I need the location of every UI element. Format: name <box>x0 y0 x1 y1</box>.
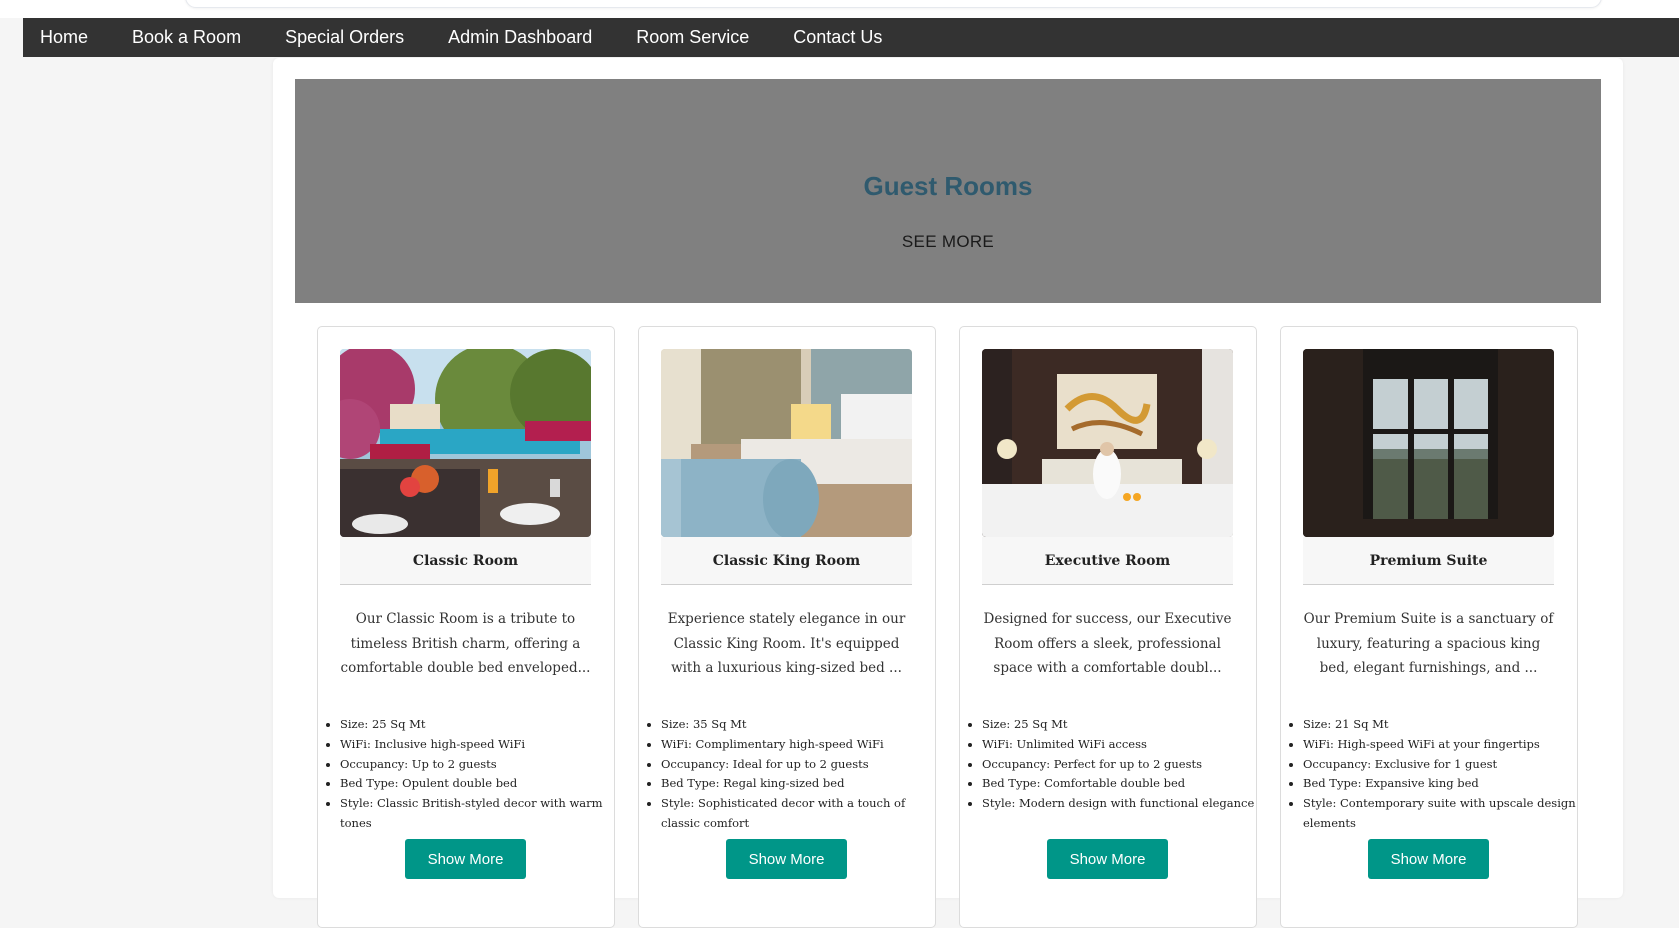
feature-occupancy: Occupancy: Up to 2 guests <box>340 755 625 775</box>
browser-top-strip <box>0 0 1679 18</box>
feature-style: Style: Modern design with functional ele… <box>982 794 1267 814</box>
main-navbar: Home Book a Room Special Orders Admin Da… <box>23 18 1679 57</box>
room-description: Our Classic Room is a tribute to timeles… <box>340 611 591 676</box>
poolside-breakfast-photo <box>340 349 591 537</box>
feature-size: Size: 21 Sq Mt <box>1303 715 1588 735</box>
room-title: Premium Suite <box>1303 537 1554 585</box>
show-more-button[interactable]: Show More <box>405 839 526 879</box>
hero-banner: Guest Rooms SEE MORE <box>295 79 1601 303</box>
room-card-classic-room: Classic Room Our Classic Room is a tribu… <box>317 326 615 928</box>
show-more-button[interactable]: Show More <box>1368 839 1489 879</box>
room-description: Experience stately elegance in our Class… <box>667 611 906 676</box>
show-more-button[interactable]: Show More <box>1047 839 1168 879</box>
nav-special-orders[interactable]: Special Orders <box>263 18 426 57</box>
nav-book-a-room[interactable]: Book a Room <box>110 18 263 57</box>
feature-wifi: WiFi: High-speed WiFi at your fingertips <box>1303 735 1588 755</box>
nav-contact-us[interactable]: Contact Us <box>771 18 904 57</box>
feature-bed-type: Bed Type: Opulent double bed <box>340 774 625 794</box>
room-features: Size: 25 Sq Mt WiFi: Inclusive high-spee… <box>318 715 625 834</box>
room-card-classic-king-room: Classic King Room Experience stately ele… <box>638 326 936 928</box>
feature-wifi: WiFi: Inclusive high-speed WiFi <box>340 735 625 755</box>
feature-style: Style: Classic British-styled decor with… <box>340 794 625 834</box>
feature-style: Style: Contemporary suite with upscale d… <box>1303 794 1588 834</box>
feature-size: Size: 25 Sq Mt <box>340 715 625 735</box>
room-description: Designed for success, our Executive Room… <box>983 611 1232 676</box>
see-more-link[interactable]: SEE MORE <box>295 232 1601 252</box>
nav-admin-dashboard[interactable]: Admin Dashboard <box>426 18 614 57</box>
feature-bed-type: Bed Type: Regal king-sized bed <box>661 774 946 794</box>
room-features: Size: 35 Sq Mt WiFi: Complimentary high-… <box>639 715 946 834</box>
executive-bedroom-photo <box>982 349 1233 537</box>
room-title: Classic King Room <box>661 537 912 585</box>
address-bar-edge <box>185 0 1602 8</box>
king-bed-photo <box>661 349 912 537</box>
room-card-executive-room: Executive Room Designed for success, our… <box>959 326 1257 928</box>
nav-home[interactable]: Home <box>23 18 110 57</box>
feature-bed-type: Bed Type: Comfortable double bed <box>982 774 1267 794</box>
nav-room-service[interactable]: Room Service <box>614 18 771 57</box>
content-container: Guest Rooms SEE MORE Classic Room Our Cl… <box>273 58 1623 928</box>
room-title: Executive Room <box>982 537 1233 585</box>
show-more-button[interactable]: Show More <box>726 839 847 879</box>
feature-style: Style: Sophisticated decor with a touch … <box>661 794 946 834</box>
room-features: Size: 25 Sq Mt WiFi: Unlimited WiFi acce… <box>960 715 1267 814</box>
room-title: Classic Room <box>340 537 591 585</box>
feature-bed-type: Bed Type: Expansive king bed <box>1303 774 1588 794</box>
feature-wifi: WiFi: Complimentary high-speed WiFi <box>661 735 946 755</box>
feature-occupancy: Occupancy: Perfect for up to 2 guests <box>982 755 1267 775</box>
room-card-premium-suite: Premium Suite Our Premium Suite is a san… <box>1280 326 1578 928</box>
feature-size: Size: 35 Sq Mt <box>661 715 946 735</box>
suite-window-view-photo <box>1303 349 1554 537</box>
feature-occupancy: Occupancy: Ideal for up to 2 guests <box>661 755 946 775</box>
room-features: Size: 21 Sq Mt WiFi: High-speed WiFi at … <box>1281 715 1588 834</box>
feature-wifi: WiFi: Unlimited WiFi access <box>982 735 1267 755</box>
feature-occupancy: Occupancy: Exclusive for 1 guest <box>1303 755 1588 775</box>
feature-size: Size: 25 Sq Mt <box>982 715 1267 735</box>
hero-title: Guest Rooms <box>863 171 1033 201</box>
room-description: Our Premium Suite is a sanctuary of luxu… <box>1303 611 1554 676</box>
